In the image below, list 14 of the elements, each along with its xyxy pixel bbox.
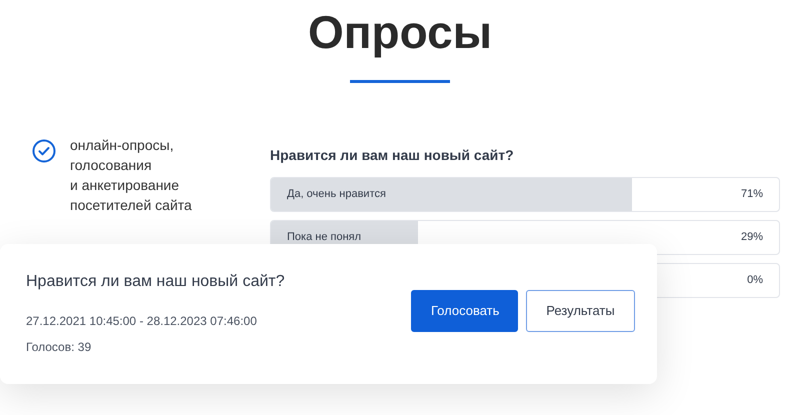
- option-percent: 71%: [740, 187, 763, 202]
- option-label: Да, очень нравится: [287, 187, 386, 202]
- feature-text: онлайн-опросы, голосования и анкетирование посетителей сайта: [70, 136, 192, 215]
- page-title: Опросы: [306, 5, 494, 60]
- poll-period: 27.12.2021 10:45:00 - 28.12.2023 07:46:00: [26, 313, 258, 330]
- poll-title: Нравится ли вам наш новый сайт?: [26, 272, 285, 292]
- results-button[interactable]: Результаты: [526, 290, 635, 332]
- option-percent: 29%: [740, 230, 763, 246]
- poll-question: Нравится ли вам наш новый сайт?: [270, 146, 515, 165]
- vote-button[interactable]: Голосовать: [411, 290, 518, 332]
- vote-count: Голосов: 39: [26, 339, 92, 356]
- option-label: Пока не понял: [287, 230, 362, 246]
- check-circle-icon: [32, 139, 56, 163]
- option-percent: 0%: [747, 273, 763, 288]
